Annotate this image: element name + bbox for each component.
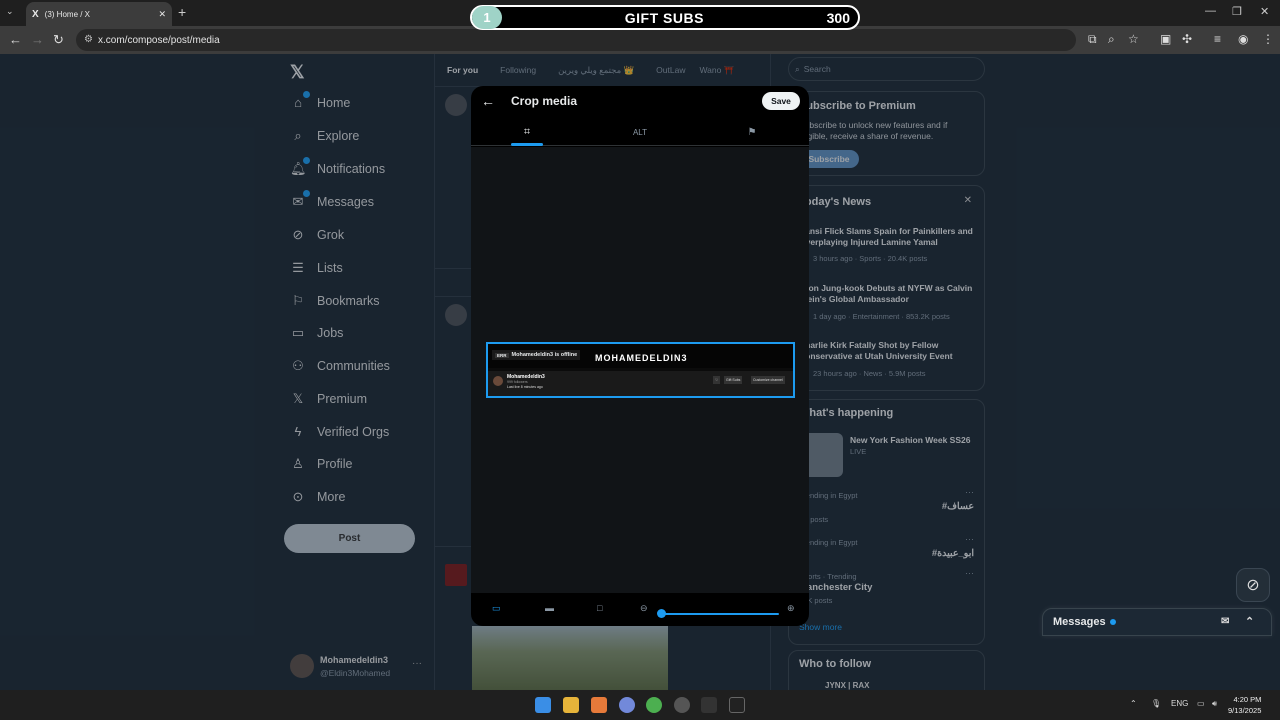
channel-followers: 999 followers bbox=[507, 380, 528, 384]
crop-media-dialog: ← Crop media Save ⌗ ALT ⚑ ERR Mohamedeld… bbox=[471, 86, 809, 626]
aspect-original-icon[interactable]: ▭ bbox=[492, 603, 501, 614]
zoom-out-icon[interactable]: ⊖ bbox=[640, 603, 648, 614]
gift-subs-overlay: 1 GIFT SUBS 300 bbox=[470, 5, 860, 30]
tab-alt[interactable]: ALT bbox=[621, 118, 659, 146]
maximize-icon[interactable]: ❐ bbox=[1232, 5, 1242, 18]
flag-icon[interactable]: ⚑ bbox=[741, 118, 763, 146]
zoom-icon[interactable]: ⌕ bbox=[1108, 32, 1115, 47]
dialog-title: Crop media bbox=[511, 94, 578, 108]
preview-customize-button: Customize channel bbox=[751, 376, 785, 384]
close-window-icon[interactable]: ✕ bbox=[1260, 5, 1269, 18]
aspect-wide-icon[interactable]: ▬ bbox=[545, 603, 554, 613]
new-tab-icon[interactable]: + bbox=[178, 4, 186, 20]
channel-info-strip: Mohamedeldin3 999 followers Last live 8 … bbox=[488, 371, 793, 396]
minimize-icon[interactable]: — bbox=[1205, 5, 1216, 17]
system-clock[interactable]: 4:20 PM 9/13/2025 bbox=[1228, 694, 1261, 716]
crop-canvas[interactable]: ERR Mohamedeldin3 is offline MOHAMEDELDI… bbox=[471, 147, 809, 593]
zoom-slider-handle[interactable] bbox=[657, 609, 666, 618]
x-logo-icon: X bbox=[32, 8, 39, 20]
expand-icon[interactable]: ⌃ bbox=[1245, 615, 1254, 628]
url-text: x.com/compose/post/media bbox=[98, 34, 220, 46]
preview-heart-icon: ♡ bbox=[713, 376, 721, 384]
zoom-in-icon[interactable]: ⊕ bbox=[787, 603, 795, 614]
messages-drawer[interactable]: Messages ✉ ⌃ bbox=[1042, 608, 1272, 636]
windows-start-icon[interactable] bbox=[535, 697, 551, 713]
volume-icon[interactable]: 🔊︎ bbox=[1212, 699, 1217, 709]
offline-badge: ERR Mohamedeldin3 is offline bbox=[492, 350, 581, 360]
media-control-icon[interactable]: ≡ bbox=[1214, 32, 1221, 46]
browser-menu-icon[interactable]: ⋮ bbox=[1262, 32, 1274, 46]
messages-drawer-title: Messages bbox=[1053, 616, 1106, 628]
site-info-icon[interactable]: ⚙ bbox=[84, 34, 93, 45]
extensions-puzzle-icon[interactable]: ✣ bbox=[1182, 32, 1192, 46]
grok-fab-icon[interactable]: ⊘ bbox=[1236, 568, 1270, 602]
save-button[interactable]: Save bbox=[762, 92, 800, 110]
preview-gift-button: Gift Subs bbox=[724, 376, 743, 384]
microphone-icon[interactable]: 🎙︎ bbox=[1151, 699, 1161, 708]
clock-date: 9/13/2025 bbox=[1228, 706, 1262, 715]
zoom-slider[interactable] bbox=[661, 613, 779, 615]
gift-label: GIFT SUBS bbox=[624, 9, 704, 26]
reload-icon[interactable]: ↻ bbox=[53, 32, 64, 48]
new-message-icon[interactable]: ✉ bbox=[1221, 616, 1229, 627]
close-tab-icon[interactable]: ✕ bbox=[158, 9, 166, 20]
app-icon[interactable] bbox=[591, 697, 607, 713]
dialog-header: ← Crop media Save bbox=[471, 86, 809, 116]
active-tab-indicator bbox=[511, 143, 543, 146]
clock-time: 4:20 PM bbox=[1233, 695, 1262, 704]
chrome-icon[interactable] bbox=[646, 697, 662, 713]
back-arrow-icon[interactable]: ← bbox=[481, 93, 495, 109]
browser-tab[interactable]: X (3) Home / X ✕ bbox=[26, 2, 172, 26]
dialog-tabs: ⌗ ALT ⚑ bbox=[471, 118, 809, 146]
crop-toolbar: ▭ ▬ □ ⊖ ⊕ bbox=[471, 594, 809, 626]
address-bar-row: ← → ↻ ⚙ x.com/compose/post/media ⧉ ⌕ ☆ ▣… bbox=[0, 26, 1280, 54]
url-bar[interactable]: ⚙ x.com/compose/post/media bbox=[76, 29, 1076, 51]
obs-icon[interactable] bbox=[674, 697, 690, 713]
back-icon[interactable]: ← bbox=[9, 32, 22, 47]
unread-dot bbox=[1109, 619, 1116, 625]
channel-last-live: Last live 8 minutes ago bbox=[507, 385, 543, 389]
steam-icon[interactable] bbox=[701, 697, 717, 713]
forward-icon[interactable]: → bbox=[31, 32, 44, 47]
crop-frame[interactable]: ERR Mohamedeldin3 is offline MOHAMEDELDI… bbox=[486, 342, 795, 398]
banner-image: ERR Mohamedeldin3 is offline MOHAMEDELDI… bbox=[488, 344, 793, 368]
file-explorer-icon[interactable] bbox=[563, 697, 579, 713]
tab-title: (3) Home / X bbox=[44, 9, 91, 19]
tab-search-icon[interactable]: ⌄ bbox=[6, 6, 14, 17]
aspect-square-icon[interactable]: □ bbox=[597, 603, 602, 613]
gift-count: 300 bbox=[826, 9, 850, 26]
language-indicator[interactable]: ENG bbox=[1171, 699, 1188, 708]
gift-number: 1 bbox=[472, 6, 502, 29]
avatar bbox=[493, 376, 503, 386]
discord-icon[interactable] bbox=[619, 697, 635, 713]
tray-overflow-icon[interactable]: ⌃ bbox=[1130, 699, 1137, 708]
network-icon[interactable]: ▭ bbox=[1197, 699, 1205, 708]
brand-text: MOHAMEDELDIN3 bbox=[595, 353, 688, 363]
install-app-icon[interactable]: ⧉ bbox=[1088, 32, 1097, 47]
os-taskbar: ⌃ 🎙︎ ENG ▭ 🔊︎ 4:20 PM 9/13/2025 bbox=[0, 690, 1280, 720]
profile-avatar-icon[interactable]: ◉ bbox=[1238, 32, 1248, 46]
bookmark-star-icon[interactable]: ☆ bbox=[1128, 32, 1139, 46]
epic-games-icon[interactable] bbox=[729, 697, 745, 713]
crop-icon[interactable]: ⌗ bbox=[511, 118, 543, 146]
extension-icon[interactable]: ▣ bbox=[1160, 32, 1171, 46]
